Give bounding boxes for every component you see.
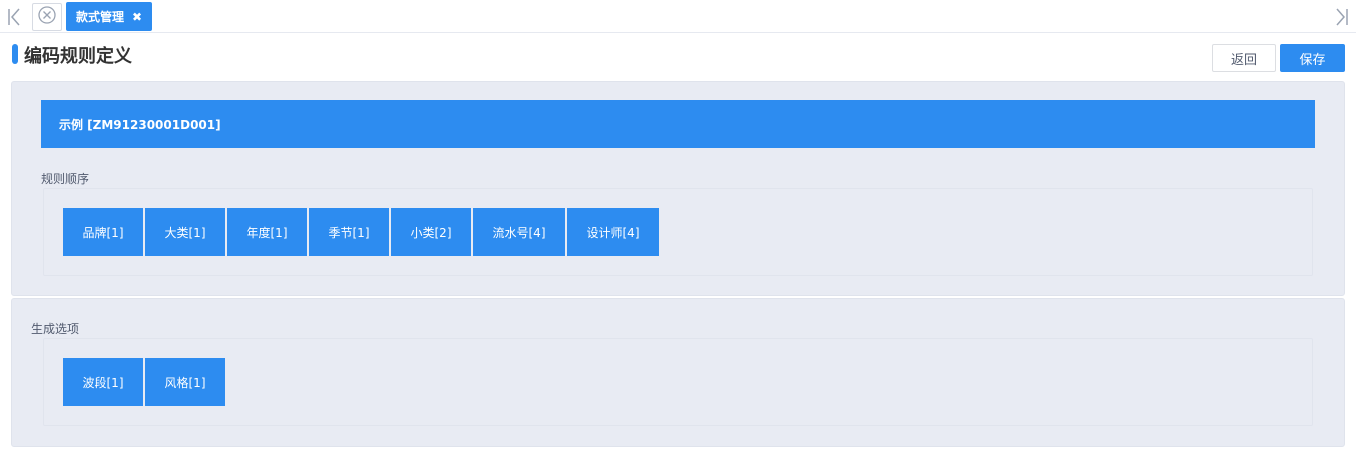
rule-chip-season[interactable]: 季节[1] [309, 208, 389, 256]
generate-options-box [43, 338, 1313, 426]
rule-order-label: 规则顺序 [41, 172, 90, 186]
rule-chip-year[interactable]: 年度[1] [227, 208, 307, 256]
generate-options-label: 生成选项 [31, 322, 80, 336]
rule-chip-designer[interactable]: 设计师[4] [567, 208, 659, 256]
double-chevron-right-icon[interactable] [1334, 7, 1350, 27]
double-chevron-left-icon[interactable] [6, 7, 22, 27]
back-button[interactable]: 返回 [1212, 44, 1276, 72]
page-title: 编码规则定义 [24, 46, 132, 67]
close-icon[interactable]: ✖ [132, 10, 142, 24]
tab-style-management[interactable]: 款式管理 ✖ [66, 2, 152, 31]
example-text: 示例 [ZM91230001D001] [59, 117, 221, 132]
tab-bar: 款式管理 ✖ [0, 0, 1356, 33]
close-all-tabs-button[interactable] [32, 3, 62, 31]
option-chip-style[interactable]: 风格[1] [145, 358, 225, 406]
rule-chip-subcategory[interactable]: 小类[2] [391, 208, 471, 256]
title-accent-bar [12, 44, 18, 64]
rule-chip-category[interactable]: 大类[1] [145, 208, 225, 256]
example-bar: 示例 [ZM91230001D001] [41, 100, 1315, 148]
circle-close-icon [37, 5, 57, 29]
rule-chip-serial[interactable]: 流水号[4] [473, 208, 565, 256]
rule-chip-brand[interactable]: 品牌[1] [63, 208, 143, 256]
tab-label: 款式管理 [76, 10, 125, 24]
option-chip-wave[interactable]: 波段[1] [63, 358, 143, 406]
save-button[interactable]: 保存 [1280, 44, 1345, 72]
